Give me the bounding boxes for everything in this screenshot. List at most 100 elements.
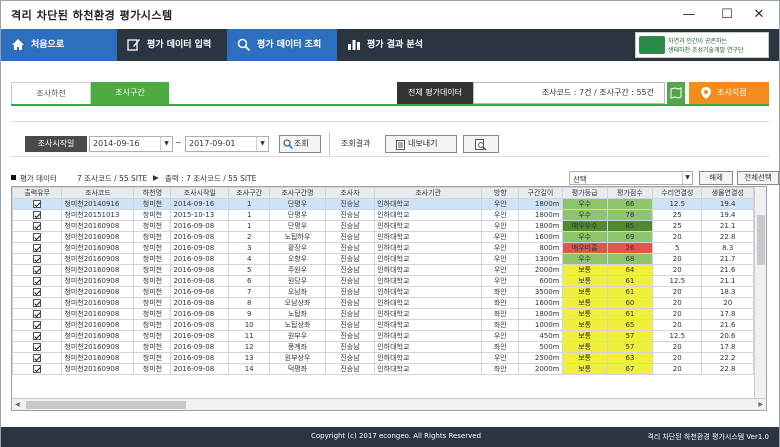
nav-result-analysis[interactable]: 평가 결과 분석 (337, 29, 457, 61)
date-to-field[interactable]: 2017-09-01 ▼ (185, 136, 269, 152)
clear-button[interactable]: 해제 (699, 171, 733, 185)
checkbox[interactable] (33, 310, 42, 318)
table-row[interactable]: 청미천20160908 청미천 2016-09-08 1 단평우 진승남 인하대학교 우안 18… (12, 220, 754, 232)
chevron-down-icon[interactable]: ▼ (160, 137, 172, 151)
close-button[interactable]: ✕ (747, 5, 771, 25)
tab-survey-river[interactable]: 조사하천 (11, 82, 91, 104)
checkbox[interactable] (33, 222, 42, 230)
table-row[interactable]: 청미천20160908 청미천 2016-09-08 7 오남좌 진승남 인하대학교 좌안 35… (12, 286, 754, 298)
column-header[interactable]: 조사시작일 (170, 187, 230, 199)
export-button[interactable]: 내보내기 (385, 135, 457, 153)
column-header[interactable]: 방향 (481, 187, 520, 199)
table-row[interactable]: 청미천20160908 청미천 2016-09-08 2 노탑하우 진승남 인하대학교 우안 1… (12, 231, 754, 243)
chevron-down-icon[interactable]: ▼ (682, 172, 692, 184)
checkbox[interactable] (33, 343, 42, 351)
table-cell: 좌안 (481, 286, 520, 298)
select-all-button[interactable]: 전체선택 (737, 171, 779, 185)
column-header[interactable]: 평가점수 (606, 187, 654, 199)
column-header[interactable]: 조사구간명 (269, 187, 326, 199)
checkbox[interactable] (33, 277, 42, 285)
column-header[interactable]: 조사자 (324, 187, 376, 199)
output-checkbox-cell[interactable] (12, 308, 63, 320)
table-row[interactable]: 청미천20160908 청미천 2016-09-08 6 원당우 진승남 인하대학교 우안 60… (12, 275, 754, 287)
table-row[interactable]: 청미천20140916 청미천 2014-09-16 1 단평우 진승남 인하대학교 우안 18… (12, 198, 754, 210)
nav-data-input[interactable]: 평가 데이터 입력 (117, 29, 227, 61)
map-button[interactable] (667, 82, 685, 104)
output-checkbox-cell[interactable] (12, 319, 63, 331)
output-checkbox-cell[interactable] (12, 352, 63, 364)
output-checkbox-cell[interactable] (12, 341, 63, 353)
tab-survey-section[interactable]: 조사구간 (91, 82, 169, 104)
table-row[interactable]: 청미천20160908 청미천 2016-09-08 5 주원우 진승남 인하대학교 우안 20… (12, 264, 754, 276)
checkbox[interactable] (33, 255, 42, 263)
checkbox[interactable] (33, 299, 42, 307)
map-icon (670, 87, 682, 99)
column-header[interactable]: 구간길이 (518, 187, 563, 199)
table-cell: 인하대학교 (374, 275, 483, 287)
table-row[interactable]: 청미천20160908 청미천 2016-09-08 8 오남상좌 진승남 인하대학교 좌안 1… (12, 297, 754, 309)
vertical-scrollbar[interactable] (754, 187, 766, 399)
output-checkbox-cell[interactable] (12, 286, 63, 298)
output-checkbox-cell[interactable] (12, 264, 63, 276)
output-checkbox-cell[interactable] (12, 275, 63, 287)
maximize-button[interactable]: ☐ (715, 5, 739, 25)
survey-tabs: 조사하천 조사구간 전체 평가데이터 조사코드 : 7건 / 조사구간 : 55… (11, 82, 769, 106)
checkbox[interactable] (33, 266, 42, 274)
checkbox[interactable] (33, 211, 42, 219)
preview-button[interactable] (463, 135, 499, 153)
column-header[interactable]: 수리연결성 (652, 187, 703, 199)
horizontal-scrollbar[interactable]: ◀ ▶ (12, 398, 766, 410)
nav-home[interactable]: 처음으로 (1, 29, 117, 61)
table-row[interactable]: 청미천20160908 청미천 2016-09-08 4 오향우 진승남 인하대학교 우안 13… (12, 253, 754, 265)
output-checkbox-cell[interactable] (12, 209, 63, 221)
output-checkbox-cell[interactable] (12, 363, 63, 375)
checkbox[interactable] (33, 233, 42, 241)
column-header[interactable]: 평가등급 (561, 187, 608, 199)
chevron-down-icon[interactable]: ▼ (256, 137, 268, 151)
survey-site-button[interactable]: 조사지점 (689, 82, 769, 104)
output-checkbox-cell[interactable] (12, 253, 63, 265)
scroll-thumb[interactable] (26, 401, 186, 409)
output-checkbox-cell[interactable] (12, 297, 63, 309)
column-header[interactable]: 생물연결성 (701, 187, 754, 199)
output-checkbox-cell[interactable] (12, 198, 63, 210)
table-row[interactable]: 청미천20160908 청미천 2016-09-08 14 덕평좌 진승남 인하대학교 좌안 2… (12, 363, 754, 375)
checkbox[interactable] (33, 332, 42, 340)
table-cell: 800m (518, 242, 563, 254)
table-cell: 17.8 (701, 341, 754, 353)
checkbox[interactable] (33, 200, 42, 208)
checkbox[interactable] (33, 354, 42, 362)
checkbox[interactable] (33, 365, 42, 373)
column-header[interactable]: 조사구간 (228, 187, 271, 199)
scroll-left-icon[interactable]: ◀ (15, 401, 20, 408)
output-checkbox-cell[interactable] (12, 242, 63, 254)
query-button[interactable]: 조회 (279, 135, 321, 153)
table-row[interactable]: 청미천20160908 청미천 2016-09-08 10 노탑상좌 진승남 인하대학교 좌안… (12, 319, 754, 331)
output-checkbox-cell[interactable] (12, 330, 63, 342)
column-header[interactable]: 출력유무 (12, 187, 63, 199)
table-row[interactable]: 청미천20160908 청미천 2016-09-08 12 풍계좌 진승남 인하대학교 좌안 5… (12, 341, 754, 353)
table-row[interactable]: 청미천20160908 청미천 2016-09-08 3 황장우 진승남 인하대학교 우안 80… (12, 242, 754, 254)
table-cell: 인하대학교 (374, 363, 483, 375)
output-checkbox-cell[interactable] (12, 231, 63, 243)
minimize-button[interactable]: — (677, 5, 701, 25)
date-from-field[interactable]: 2014-09-16 ▼ (89, 136, 173, 152)
table-cell: 2016-09-08 (170, 264, 230, 276)
table-cell: 우수 (561, 231, 608, 243)
checkbox[interactable] (33, 321, 42, 329)
table-row[interactable]: 청미천20151013 청미천 2015-10-13 1 단평우 진승남 인하대학교 우안 18… (12, 209, 754, 221)
table-row[interactable]: 청미천20160908 청미천 2016-09-08 11 원부우 진승남 인하대학교 우안 4… (12, 330, 754, 342)
scroll-right-icon[interactable]: ▶ (758, 401, 763, 408)
column-header[interactable]: 조사기관 (374, 187, 483, 199)
table-row[interactable]: 청미천20160908 청미천 2016-09-08 9 노탑좌 진승남 인하대학교 좌안 18… (12, 308, 754, 320)
column-header[interactable]: 조사코드 (61, 187, 135, 199)
scroll-thumb[interactable] (757, 215, 765, 265)
nav-data-query[interactable]: 평가 데이터 조회 (227, 29, 337, 61)
column-header[interactable]: 하천명 (133, 187, 172, 199)
checkbox[interactable] (33, 288, 42, 296)
table-row[interactable]: 청미천20160908 청미천 2016-09-08 13 원부상우 진승남 인하대학교 우안… (12, 352, 754, 364)
output-checkbox-cell[interactable] (12, 220, 63, 232)
select-dropdown[interactable]: 선택 ▼ (569, 171, 693, 185)
checkbox[interactable] (33, 244, 42, 252)
table-cell: 우안 (481, 220, 520, 232)
